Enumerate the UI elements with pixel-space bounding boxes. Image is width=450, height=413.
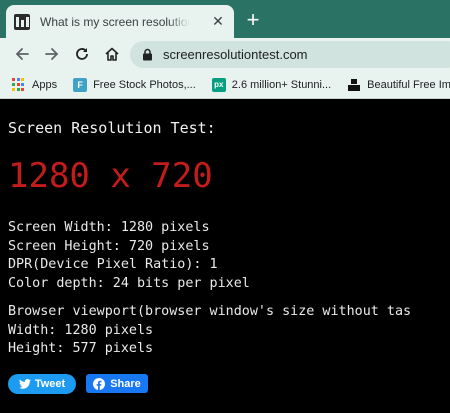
screen-height-text: Screen Height: 720 pixels (8, 238, 210, 254)
facebook-icon (93, 377, 106, 390)
bookmark-free-stock-photos[interactable]: F Free Stock Photos,... (73, 77, 196, 92)
share-buttons: Tweet Share (8, 374, 148, 394)
free-stock-icon: F (73, 77, 88, 92)
twitter-bird-icon (18, 379, 31, 389)
new-tab-button[interactable]: + (243, 9, 263, 31)
address-bar[interactable]: screenresolutiontest.com (130, 41, 450, 68)
bookmark-label: Free Stock Photos,... (93, 78, 196, 91)
home-icon (105, 47, 119, 61)
page-content: Screen Resolution Test: 1280 x 720 Scree… (0, 100, 450, 413)
bookmark-label: Beautiful Free Ima (367, 78, 450, 91)
lock-icon (143, 48, 152, 61)
browser-toolbar: screenresolutiontest.com (0, 38, 450, 71)
resolution-display: 1280 x 720 (8, 156, 213, 196)
screen-width-text: Screen Width: 1280 pixels (8, 220, 210, 235)
share-label: Share (110, 377, 141, 390)
forward-button[interactable] (40, 42, 64, 66)
reload-button[interactable] (70, 42, 94, 66)
bookmark-pixabay[interactable]: px 2.6 million+ Stunni... (211, 77, 332, 92)
active-tab[interactable]: What is my screen resolution - C ✕ (6, 5, 234, 38)
home-button[interactable] (100, 42, 124, 66)
viewport-height-text: Height: 577 pixels (8, 341, 154, 356)
pixabay-icon: px (211, 77, 226, 92)
bookmark-apps[interactable]: Apps (12, 77, 58, 92)
arrow-left-icon (15, 48, 29, 60)
page-title: Screen Resolution Test: (8, 119, 216, 137)
tab-bar: What is my screen resolution - C ✕ + (0, 0, 450, 38)
bookmarks-bar: Apps F Free Stock Photos,... px 2.6 mill… (0, 71, 450, 99)
tab-title: What is my screen resolution - C (40, 14, 190, 29)
viewport-width-text: Width: 1280 pixels (8, 322, 154, 338)
arrow-right-icon (45, 48, 59, 60)
url-text: screenresolutiontest.com (163, 47, 308, 62)
color-depth-text: Color depth: 24 bits per pixel (8, 275, 250, 291)
tweet-label: Tweet (34, 378, 66, 390)
viewport-heading-text: Browser viewport(browser window's size w… (8, 304, 412, 319)
dpr-text: DPR(Device Pixel Ratio): 1 (8, 257, 218, 272)
unsplash-icon (347, 78, 361, 92)
bookmark-label: 2.6 million+ Stunni... (231, 78, 332, 91)
reload-icon (76, 48, 88, 60)
back-button[interactable] (10, 42, 34, 66)
facebook-share-button[interactable]: Share (86, 374, 148, 393)
close-tab-icon[interactable]: ✕ (210, 13, 226, 30)
tweet-button[interactable]: Tweet (8, 374, 76, 394)
bookmark-unsplash[interactable]: Beautiful Free Ima (347, 78, 450, 92)
bookmark-label: Apps (32, 78, 58, 91)
apps-grid-icon (12, 77, 26, 92)
site-favicon-icon (14, 13, 30, 30)
